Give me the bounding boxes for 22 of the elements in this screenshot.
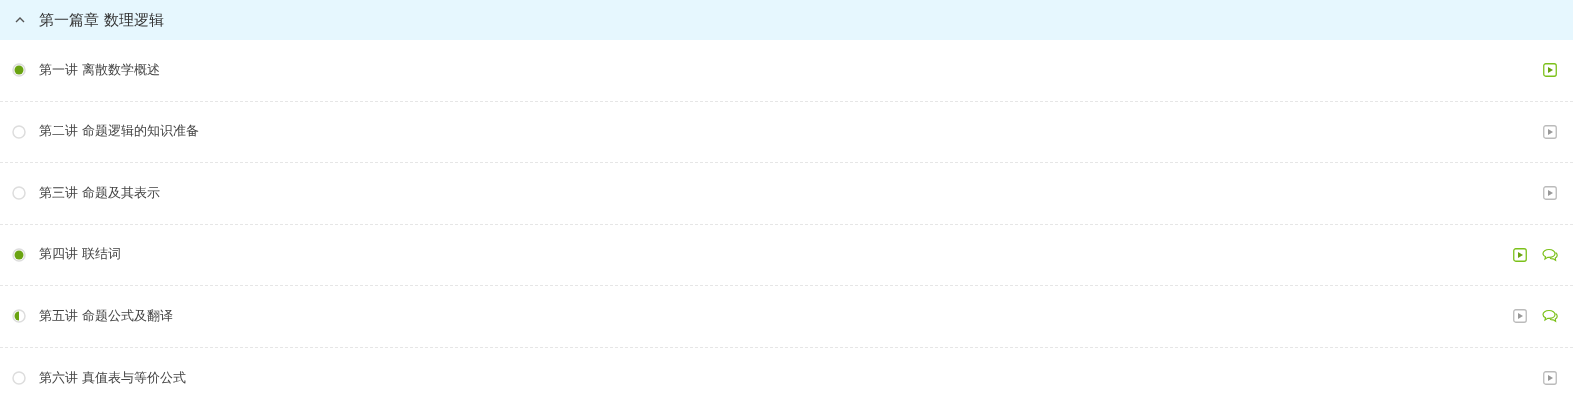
progress-icon (12, 186, 26, 201)
progress-icon (12, 309, 26, 324)
lesson-title[interactable]: 第一讲 离散数学概述 (39, 61, 1543, 79)
chapter-header[interactable]: 第一篇章 数理逻辑 (0, 0, 1573, 40)
video-icon[interactable] (1543, 63, 1557, 78)
progress-icon (12, 63, 26, 78)
video-icon[interactable] (1513, 309, 1527, 324)
video-icon[interactable] (1543, 124, 1557, 139)
progress-icon (12, 371, 26, 386)
progress-icon (12, 247, 26, 262)
progress-icon (12, 124, 26, 139)
lesson-title[interactable]: 第五讲 命题公式及翻译 (39, 307, 1513, 325)
discussion-icon[interactable] (1542, 309, 1558, 324)
video-icon[interactable] (1543, 186, 1557, 201)
lesson-title[interactable]: 第六讲 真值表与等价公式 (39, 369, 1543, 387)
video-icon[interactable] (1543, 371, 1557, 386)
lesson-title[interactable]: 第三讲 命题及其表示 (39, 184, 1543, 202)
video-icon[interactable] (1513, 247, 1527, 262)
chapter-title: 第一篇章 数理逻辑 (39, 10, 164, 30)
lesson-title[interactable]: 第四讲 联结词 (39, 246, 1513, 264)
lesson-title[interactable]: 第二讲 命题逻辑的知识准备 (39, 123, 1543, 141)
discussion-icon[interactable] (1542, 247, 1558, 262)
